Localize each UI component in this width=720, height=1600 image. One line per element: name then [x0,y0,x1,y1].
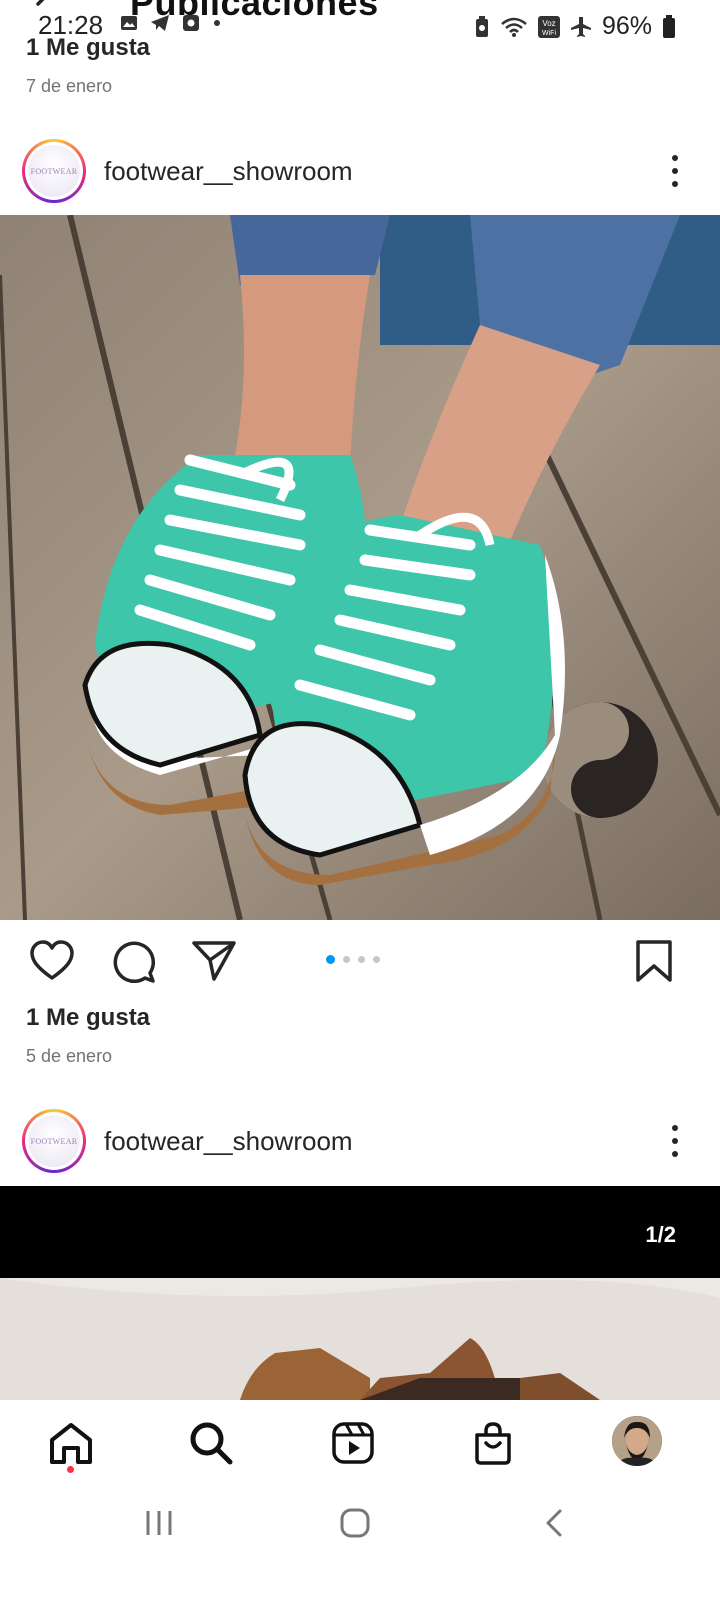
battery-saver-icon [475,15,488,37]
airplane-mode-icon [570,16,591,37]
footwear-logo: FOOTWEAR [28,1115,80,1167]
paper-plane-icon[interactable] [192,940,236,987]
more-notifications-dot-icon [214,20,220,26]
home-icon[interactable] [46,1418,96,1468]
post-actions [0,922,720,1002]
post-likes[interactable]: 1 Me gusta [26,1004,150,1032]
carousel-indicator [326,955,380,964]
previous-post-date: 7 de enero [26,76,113,96]
bookmark-icon[interactable] [636,940,672,987]
comment-icon[interactable] [112,940,156,989]
account-avatar[interactable]: FOOTWEAR [22,139,86,203]
app-notification-icon [183,15,199,31]
recent-apps-icon[interactable] [144,1508,174,1543]
telegram-icon [151,15,169,31]
more-vertical-icon[interactable] [672,1125,678,1157]
bottom-navigation [0,1400,720,1486]
reels-icon[interactable] [328,1418,378,1468]
wifi-icon [501,17,527,37]
post-image[interactable] [0,215,720,920]
footwear-logo: FOOTWEAR [28,145,80,197]
post-header: FOOTWEAR footwear__showroom [0,1096,720,1186]
gallery-icon [121,16,137,30]
search-icon[interactable] [186,1418,236,1468]
heart-icon[interactable] [30,940,74,987]
carousel-dot [358,956,365,963]
avatar-logo-text: FOOTWEAR [30,166,78,176]
shop-icon[interactable] [468,1418,518,1468]
post-username[interactable]: footwear__showroom [104,1126,353,1157]
more-vertical-icon[interactable] [672,155,678,187]
previous-post-likes[interactable]: 1 Me gusta [26,34,150,62]
battery-icon [663,14,675,38]
post-media-top-band: 1/2 [0,1186,720,1278]
status-notification-icons [120,14,222,32]
back-icon[interactable] [540,1508,570,1543]
battery-percent: 96% [601,12,652,40]
home-button-icon[interactable] [340,1508,370,1543]
home-notification-dot [67,1466,74,1473]
svg-text:WiFi: WiFi [542,30,556,37]
account-avatar[interactable]: FOOTWEAR [22,1109,86,1173]
carousel-dot [343,956,350,963]
status-right-icons: Voz WiFi 96% [474,12,676,41]
svg-text:Voz: Voz [542,19,555,28]
carousel-dot-active [326,955,335,964]
avatar-logo-text: FOOTWEAR [30,1136,78,1146]
carousel-counter: 1/2 [645,1222,676,1247]
volte-wifi-icon: Voz WiFi [537,15,560,38]
profile-avatar[interactable] [612,1416,662,1466]
post-date: 5 de enero [26,1046,113,1066]
post-header: FOOTWEAR footwear__showroom [0,126,720,216]
carousel-dot [373,956,380,963]
post-username[interactable]: footwear__showroom [104,156,353,187]
post-image[interactable] [0,1278,720,1400]
system-navigation-bar [0,1486,720,1600]
